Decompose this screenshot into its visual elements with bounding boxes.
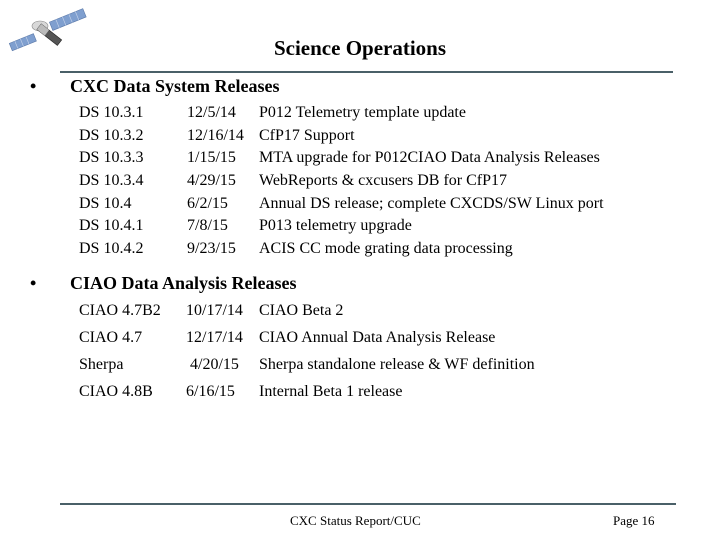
release-description: CIAO Beta 2 [259,302,344,319]
release-date: 12/5/14 [187,104,236,121]
heading-text: CXC Data System Releases [70,76,280,96]
footer-text: CXC Status Report/CUC [290,513,421,528]
section-heading: • CXC Data System Releases [30,76,279,97]
heading-text: CIAO Data Analysis Releases [70,273,297,293]
release-description: WebReports & cxcusers DB for CfP17 [259,172,508,190]
release-date: 1/15/15 [187,149,236,167]
release-date: 6/2/15 [187,194,228,212]
release-description: CfP17 Support [259,126,355,144]
release-date: 4/20/15 [186,356,239,373]
release-date: 4/29/15 [187,172,236,190]
release-description: P013 telemetry upgrade [259,217,412,235]
release-version: DS 10.4 [79,194,132,212]
section-heading: • CIAO Data Analysis Releases [30,273,297,294]
footer-divider [60,503,676,505]
slide-title: Science Operations [273,36,447,60]
release-date: 10/17/14 [186,302,243,319]
release-version: DS 10.4.1 [79,217,144,235]
release-version: DS 10.3.2 [79,126,144,144]
release-date: 12/16/14 [187,126,244,144]
release-version: CIAO 4.8B [79,383,153,400]
release-version: DS 10.3.1 [79,104,144,121]
release-version: DS 10.4.2 [79,240,144,258]
release-version: Sherpa [79,356,124,373]
release-description: ACIS CC mode grating data processing [259,240,513,258]
bullet-icon: • [30,76,37,96]
bullet-icon: • [30,273,37,293]
page-number: Page 16 [613,513,655,528]
release-description: Annual DS release; complete CXCDS/SW Lin… [259,194,604,212]
release-date: 9/23/15 [187,240,236,258]
release-version: CIAO 4.7B2 [79,302,161,319]
release-description: P012 Telemetry template update [259,104,466,121]
release-version: CIAO 4.7 [79,329,143,346]
release-date: 7/8/15 [187,217,228,235]
release-description: Internal Beta 1 release [259,383,403,400]
release-description: MTA upgrade for P012CIAO Data Analysis R… [259,149,600,167]
release-version: DS 10.3.3 [79,149,144,167]
release-description: CIAO Annual Data Analysis Release [259,329,496,346]
release-date: 12/17/14 [186,329,243,346]
release-date: 6/16/15 [186,383,235,400]
release-description: Sherpa standalone release & WF definitio… [259,356,535,373]
title-divider [60,71,673,73]
release-version: DS 10.3.4 [79,172,144,190]
